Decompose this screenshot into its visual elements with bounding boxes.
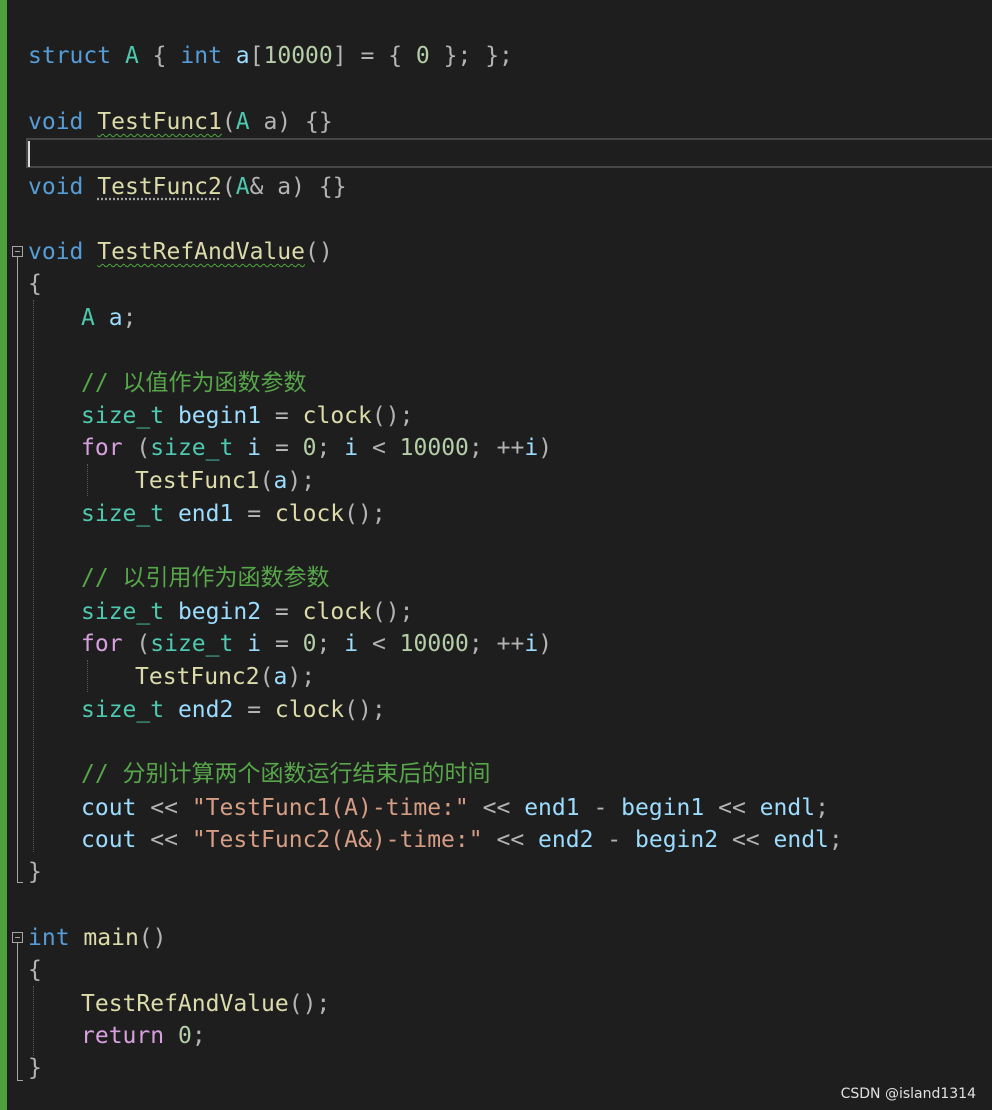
comment-timing: // 分别计算两个函数运行结束后的时间 [81,761,491,787]
code-line-call1: TestFunc1(a); [135,468,316,494]
code-line-call2: TestFunc2(a); [135,664,316,690]
code-line-testrefandvalue-decl: void TestRefAndValue() [28,239,333,265]
watermark: CSDN @island1314 [840,1086,976,1102]
code-line-decl-a: A a; [81,305,137,331]
fold-end-testrefandvalue [17,882,23,883]
fold-guide-main [17,943,18,1080]
fold-guide-testrefandvalue [17,257,18,882]
code-line-for1: for (size_t i = 0; i < 10000; ++i) [81,435,553,461]
code-line-main-decl: int main() [28,925,167,951]
indent-guide-1 [33,300,34,852]
text-caret [28,141,30,167]
code-line-open-brace-1: { [28,271,42,297]
code-line-end1: size_t end1 = clock(); [81,501,386,527]
indent-guide-2b [87,660,88,692]
current-line-highlight [26,138,992,168]
code-line-call-testrefandvalue: TestRefAndValue(); [81,991,331,1017]
code-line-cout1: cout << "TestFunc1(A)-time:" << end1 - b… [81,795,829,821]
code-line-close-brace-1: } [28,859,42,885]
fold-end-main [17,1080,23,1081]
comment-by-value: // 以值作为函数参数 [81,370,307,396]
code-line-struct: struct A { int a[10000] = { 0 }; }; [28,43,513,69]
code-line-testfunc2: void TestFunc2(A& a) {} [28,174,347,200]
code-line-for2: for (size_t i = 0; i < 10000; ++i) [81,631,553,657]
fold-toggle-main[interactable] [12,932,23,943]
code-line-cout2: cout << "TestFunc2(A&)-time:" << end2 - … [81,827,843,853]
code-line-begin2: size_t begin2 = clock(); [81,599,414,625]
code-line-testfunc1: void TestFunc1(A a) {} [28,109,333,135]
code-line-begin1: size_t begin1 = clock(); [81,403,414,429]
code-line-return: return 0; [81,1023,206,1049]
indent-guide-2a [87,464,88,496]
indent-guide-main [33,986,34,1056]
code-editor[interactable]: struct A { int a[10000] = { 0 }; }; void… [0,0,992,1110]
change-tracking-bar [0,0,7,1110]
code-line-close-brace-2: } [28,1055,42,1081]
code-line-end2: size_t end2 = clock(); [81,697,386,723]
comment-by-reference: // 以引用作为函数参数 [81,565,330,591]
fold-toggle-testrefandvalue[interactable] [12,246,23,257]
code-line-open-brace-2: { [28,957,42,983]
